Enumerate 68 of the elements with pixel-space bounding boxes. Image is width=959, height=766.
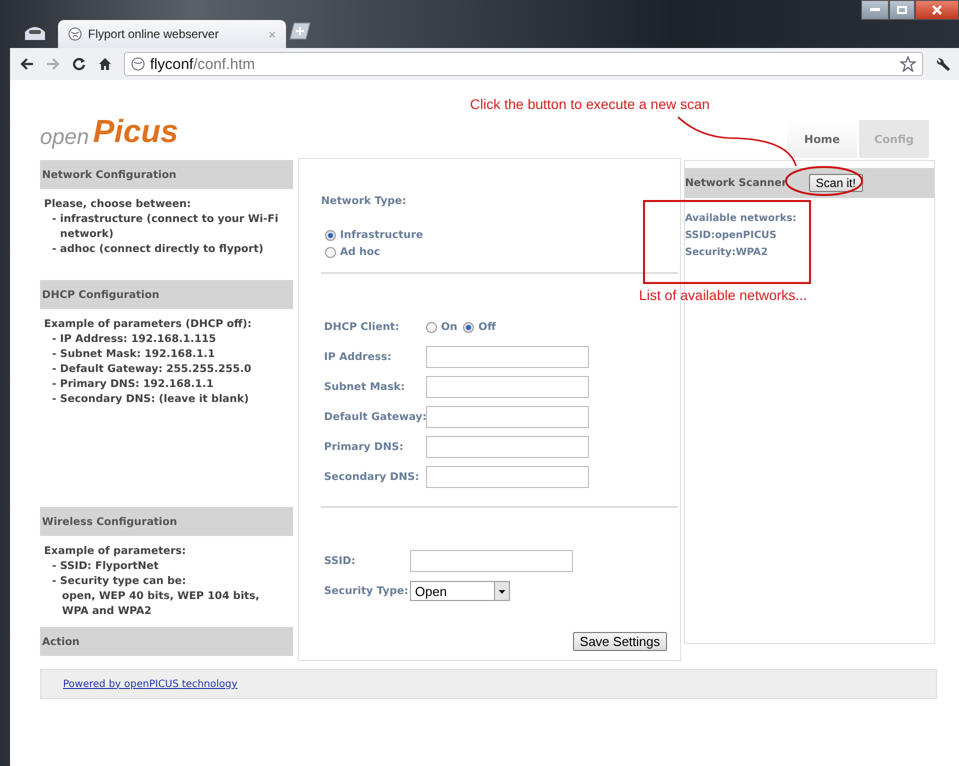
input-field[interactable] bbox=[426, 346, 589, 368]
sidebar-text: - infrastructure (connect to your Wi-Fi network) bbox=[51, 212, 280, 242]
minimize-button[interactable] bbox=[861, 0, 889, 20]
sidebar-text: - adhoc (connect directly to flyport) bbox=[51, 242, 264, 257]
input-field[interactable] bbox=[426, 436, 589, 458]
radio-button[interactable] bbox=[325, 246, 336, 258]
radio-label: Ad hoc bbox=[340, 246, 380, 258]
radio-button[interactable] bbox=[426, 322, 437, 332]
section-header: Wireless Configuration bbox=[40, 507, 293, 536]
field-label: Secondary DNS: bbox=[324, 471, 420, 483]
network-result: Security:WPA2 bbox=[685, 246, 769, 260]
wrench-icon[interactable] bbox=[935, 56, 951, 72]
annotation-text: List of available networks... bbox=[639, 287, 808, 303]
field-label: SSID: bbox=[324, 555, 356, 567]
star-icon[interactable] bbox=[900, 56, 916, 72]
sidebar-text: - Secondary DNS: (leave it blank) bbox=[51, 392, 250, 407]
radio-button[interactable] bbox=[463, 322, 474, 332]
section-header: Network Configuration bbox=[40, 160, 293, 189]
radio-label: Infrastructure bbox=[340, 229, 424, 241]
back-icon[interactable] bbox=[20, 58, 34, 70]
footer-link[interactable]: Powered by openPICUS technology bbox=[63, 678, 238, 690]
radio-label: On bbox=[441, 321, 458, 333]
sidebar-text: - Subnet Mask: 192.168.1.1 bbox=[51, 347, 216, 362]
sidebar-text: Example of parameters: bbox=[44, 544, 187, 559]
input-field[interactable] bbox=[426, 466, 589, 488]
sidebar-text: - Security type can be: bbox=[51, 574, 188, 589]
section-header: Action bbox=[40, 627, 293, 656]
new-tab-icon[interactable] bbox=[288, 22, 312, 40]
sidebar-text: - IP Address: 192.168.1.115 bbox=[51, 332, 218, 347]
browser-tab[interactable]: Flyport online webserver × bbox=[58, 20, 286, 48]
minimize-icon bbox=[870, 8, 880, 12]
input-field[interactable] bbox=[426, 406, 589, 428]
section-header: DHCP Configuration bbox=[40, 280, 293, 309]
close-button[interactable] bbox=[915, 0, 959, 20]
input-field[interactable] bbox=[410, 550, 573, 572]
dropdown-icon bbox=[494, 582, 509, 600]
sidebar-text: open, WEP 40 bits, WEP 104 bits, WPA and WPA2 bbox=[61, 589, 260, 619]
field-label: Default Gateway: bbox=[324, 411, 426, 423]
field-label: Primary DNS: bbox=[324, 441, 404, 453]
scanner-title: Network Scanner bbox=[685, 177, 787, 189]
address-bar[interactable]: flyconf/conf.htm bbox=[124, 52, 923, 76]
sidebar-text: - Default Gateway: 255.255.255.0 bbox=[51, 362, 252, 377]
tab-title: Flyport online webserver bbox=[88, 27, 220, 41]
scan-button[interactable]: Scan it! bbox=[808, 174, 863, 192]
annotation-text: Click the button to execute a new scan bbox=[470, 96, 710, 112]
field-label: Subnet Mask: bbox=[324, 381, 406, 393]
reload-icon[interactable] bbox=[72, 57, 86, 71]
input-field[interactable] bbox=[426, 376, 589, 398]
close-icon bbox=[932, 5, 942, 15]
field-label: DHCP Client: bbox=[324, 321, 400, 333]
logo: open Picus bbox=[40, 113, 178, 150]
sidebar-text: - Primary DNS: 192.168.1.1 bbox=[51, 377, 215, 392]
field-label: Network Type: bbox=[321, 195, 408, 207]
radio-label: Off bbox=[478, 321, 496, 333]
security-type-select[interactable]: Open bbox=[410, 581, 510, 601]
network-result: SSID:openPICUS bbox=[685, 229, 778, 243]
network-result: Available networks: bbox=[685, 212, 798, 226]
field-label: Security Type: bbox=[324, 585, 410, 597]
maximize-icon bbox=[897, 6, 907, 14]
sidebar-text: Please, choose between: bbox=[44, 197, 192, 212]
save-settings-button[interactable]: Save Settings bbox=[572, 632, 667, 651]
url-text: flyconf/conf.htm bbox=[150, 56, 256, 72]
sidebar-text: - SSID: FlyportNet bbox=[51, 559, 160, 574]
maximize-button[interactable] bbox=[889, 0, 915, 20]
radio-button[interactable] bbox=[325, 230, 336, 240]
field-label: IP Address: bbox=[324, 351, 392, 363]
home-icon[interactable] bbox=[98, 57, 112, 71]
sidebar-text: Example of parameters (DHCP off): bbox=[44, 317, 253, 332]
